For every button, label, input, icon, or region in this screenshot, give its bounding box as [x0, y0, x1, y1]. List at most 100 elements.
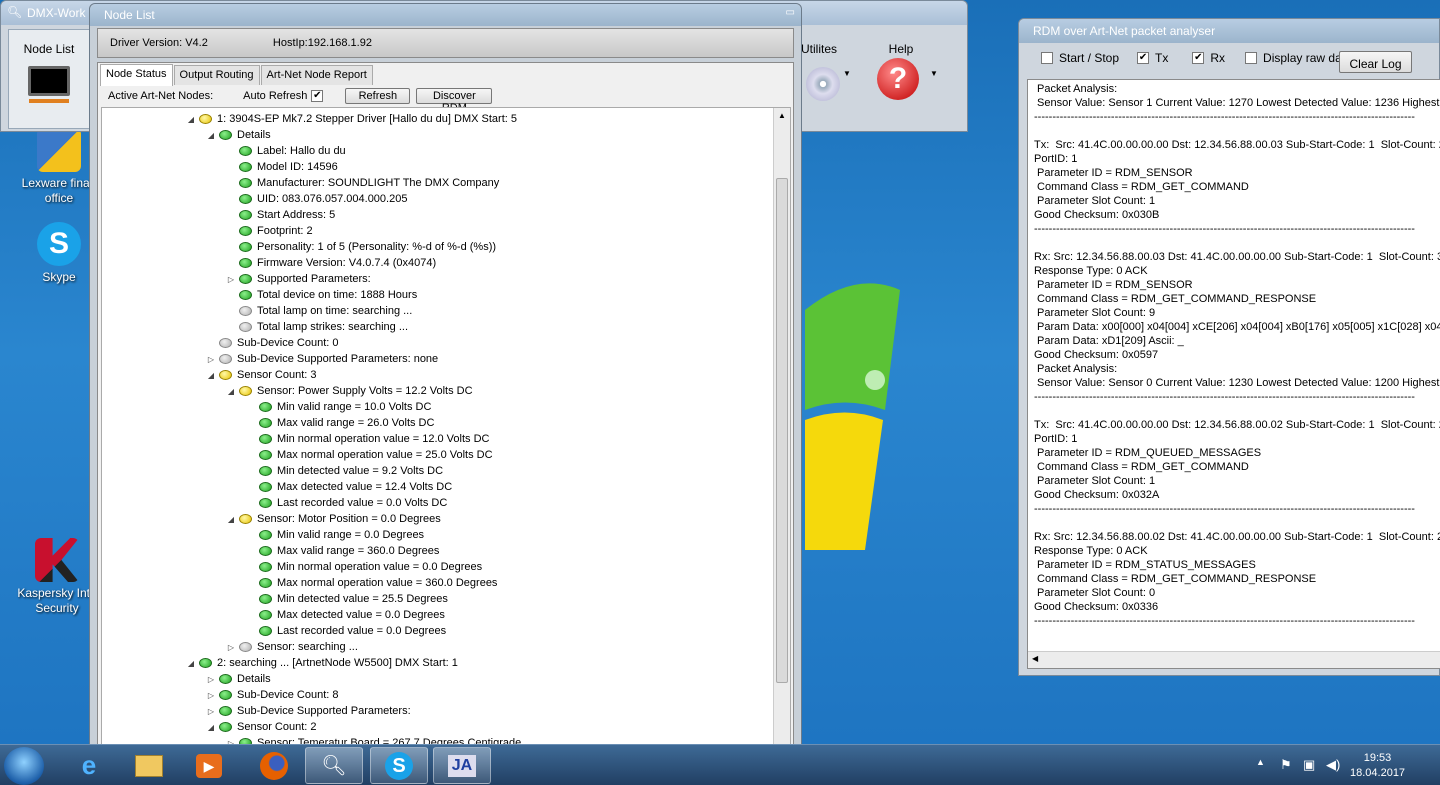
chevron-down-icon[interactable]: ▼ — [843, 69, 851, 78]
rx-checkbox[interactable]: ✔ — [1192, 52, 1205, 64]
tree-row[interactable]: ◢ 2: searching ... [ArtnetNode W5500] DMX… — [186, 655, 458, 671]
collapse-icon[interactable]: ◢ — [206, 723, 216, 732]
status-bubble-icon — [239, 194, 252, 204]
chevron-down-icon[interactable]: ▼ — [930, 69, 938, 78]
tree-scrollbar[interactable]: ▲ — [773, 108, 790, 746]
tree-row[interactable]: Min normal operation value = 0.0 Degrees — [246, 559, 482, 575]
tree-row[interactable]: Max detected value = 12.4 Volts DC — [246, 479, 452, 495]
collapse-icon[interactable]: ◢ — [226, 515, 236, 524]
tree-row[interactable]: Max valid range = 26.0 Volts DC — [246, 415, 434, 431]
tree-row[interactable]: Min valid range = 10.0 Volts DC — [246, 399, 431, 415]
tab-artnet-node-report[interactable]: Art-Net Node Report — [260, 65, 373, 85]
tree-row[interactable]: Firmware Version: V4.0.7.4 (0x4074) — [226, 255, 436, 271]
node-list-toolbar-button[interactable]: Node List — [8, 29, 90, 129]
media-player-icon[interactable]: ▶ — [180, 747, 238, 784]
tree-row[interactable]: ▷ Sub-Device Supported Parameters: none — [206, 351, 438, 367]
tree-row[interactable]: Last recorded value = 0.0 Volts DC — [246, 495, 447, 511]
tree-row[interactable]: Max detected value = 0.0 Degrees — [246, 607, 445, 623]
discover-rdm-button[interactable]: Discover RDM — [416, 88, 493, 114]
tree-row[interactable]: Min detected value = 25.5 Degrees — [246, 591, 448, 607]
cd-icon[interactable] — [806, 67, 840, 101]
node-panel: Node Status Output Routing Art-Net Node … — [97, 62, 794, 748]
tree-row[interactable]: ◢ Sensor Count: 2 — [206, 719, 317, 735]
scrollbar-thumb[interactable] — [776, 178, 788, 683]
tree-row[interactable]: Min detected value = 9.2 Volts DC — [246, 463, 443, 479]
tree-row[interactable]: Label: Hallo du du — [226, 143, 346, 159]
tree-row[interactable]: Min normal operation value = 12.0 Volts … — [246, 431, 489, 447]
volume-icon[interactable]: ◀) — [1326, 757, 1340, 773]
tree-row[interactable]: ◢ 1: 3904S-EP Mk7.2 Stepper Driver [Hallo… — [186, 111, 517, 127]
log-line: Parameter ID = RDM_SENSOR — [1034, 279, 1193, 291]
tree-row[interactable]: Total lamp strikes: searching ... — [226, 319, 408, 335]
utilities-label[interactable]: Utilites — [799, 42, 839, 56]
collapse-icon[interactable]: ◢ — [186, 659, 196, 668]
tree-row[interactable]: Max normal operation value = 25.0 Volts … — [246, 447, 493, 463]
collapse-icon[interactable]: ◢ — [186, 115, 196, 124]
tree-row[interactable]: Manufacturer: SOUNDLIGHT The DMX Company — [226, 175, 499, 191]
skype-icon[interactable]: S — [370, 747, 428, 784]
collapse-icon[interactable]: ◢ — [206, 371, 216, 380]
node-tree[interactable]: ▲ ◢ 1: 3904S-EP Mk7.2 Stepper Driver [Hal… — [101, 107, 791, 747]
tree-row[interactable]: Start Address: 5 — [226, 207, 335, 223]
scroll-left-icon[interactable]: ◀ — [1032, 654, 1038, 663]
search-shield-icon[interactable]: 🔍︎ — [305, 747, 363, 784]
tree-row[interactable]: ▷ Sensor: searching ... — [226, 639, 358, 655]
expand-icon[interactable]: ▷ — [226, 275, 236, 284]
tree-row[interactable]: Footprint: 2 — [226, 223, 313, 239]
tree-row[interactable]: ▷ Sub-Device Count: 8 — [206, 687, 339, 703]
clock[interactable]: 19:53 18.04.2017 — [1350, 751, 1405, 781]
log-horizontal-scrollbar[interactable]: ◀ — [1028, 651, 1440, 668]
tree-row[interactable]: ◢ Sensor: Motor Position = 0.0 Degrees — [226, 511, 441, 527]
tree-row[interactable]: Last recorded value = 0.0 Degrees — [246, 623, 446, 639]
tree-row[interactable]: Model ID: 14596 — [226, 159, 338, 175]
tree-row[interactable]: Max normal operation value = 360.0 Degre… — [246, 575, 497, 591]
tree-row[interactable]: Total device on time: 1888 Hours — [226, 287, 417, 303]
tray-expand-icon[interactable]: ▲ — [1256, 757, 1265, 767]
collapse-icon[interactable]: ◢ — [206, 131, 216, 140]
auto-refresh-checkbox[interactable]: ✔ — [311, 90, 324, 102]
dmx-workshop-icon[interactable]: JA — [433, 747, 491, 784]
packet-log[interactable]: ◀ Packet Analysis: Sensor Value: Sensor … — [1027, 79, 1440, 669]
tree-row[interactable]: Personality: 1 of 5 (Personality: %-d of… — [226, 239, 496, 255]
help-icon[interactable]: ? — [877, 58, 919, 100]
tree-row[interactable]: ▷ Sub-Device Supported Parameters: — [206, 703, 411, 719]
expand-icon[interactable]: ▷ — [206, 691, 216, 700]
expand-icon[interactable]: ▷ — [206, 355, 216, 364]
display-raw-checkbox[interactable] — [1245, 52, 1258, 64]
tree-row[interactable]: ◢ Details — [206, 127, 271, 143]
tree-row-label: Sensor Count: 2 — [237, 721, 317, 733]
minimize-icon[interactable]: ▭ — [786, 7, 795, 18]
tx-checkbox[interactable]: ✔ — [1137, 52, 1150, 64]
windows-logo-wallpaper — [805, 283, 900, 550]
start-button[interactable] — [4, 747, 44, 785]
tree-row[interactable]: ▷ Details — [206, 671, 271, 687]
tree-row[interactable]: Max valid range = 360.0 Degrees — [246, 543, 439, 559]
status-bubble-icon — [259, 418, 272, 428]
expand-icon[interactable]: ▷ — [206, 675, 216, 684]
node-options-row: Active Art-Net Nodes: Auto Refresh ✔ Ref… — [108, 88, 493, 114]
collapse-icon[interactable]: ◢ — [226, 387, 236, 396]
flag-icon[interactable]: ⚑ — [1280, 757, 1292, 773]
tree-row[interactable]: ▷ Supported Parameters: — [226, 271, 371, 287]
firefox-icon[interactable] — [245, 747, 303, 784]
file-explorer-icon[interactable] — [120, 747, 178, 784]
tree-row[interactable]: Min valid range = 0.0 Degrees — [246, 527, 424, 543]
scroll-up-icon[interactable]: ▲ — [778, 111, 786, 120]
expand-icon[interactable]: ▷ — [206, 707, 216, 716]
tree-row[interactable]: ◢ Sensor Count: 3 — [206, 367, 317, 383]
help-label[interactable]: Help — [879, 42, 923, 56]
tree-row-label: Label: Hallo du du — [257, 145, 346, 157]
refresh-button[interactable]: Refresh — [345, 88, 411, 104]
tab-node-status[interactable]: Node Status — [100, 64, 173, 86]
tab-output-routing[interactable]: Output Routing — [173, 65, 260, 85]
tree-row[interactable]: ◢ Sensor: Power Supply Volts = 12.2 Volts… — [226, 383, 473, 399]
tree-row[interactable]: Sub-Device Count: 0 — [206, 335, 339, 351]
tree-row[interactable]: Total lamp on time: searching ... — [226, 303, 412, 319]
internet-explorer-icon[interactable]: e — [60, 747, 118, 784]
network-icon[interactable]: ▣ — [1303, 757, 1315, 773]
expand-icon[interactable]: ▷ — [226, 643, 236, 652]
start-stop-checkbox[interactable] — [1041, 52, 1053, 64]
tree-row-label: Details — [237, 673, 271, 685]
tree-row[interactable]: UID: 083.076.057.004.000.205 — [226, 191, 407, 207]
clear-log-button[interactable]: Clear Log — [1339, 51, 1412, 73]
